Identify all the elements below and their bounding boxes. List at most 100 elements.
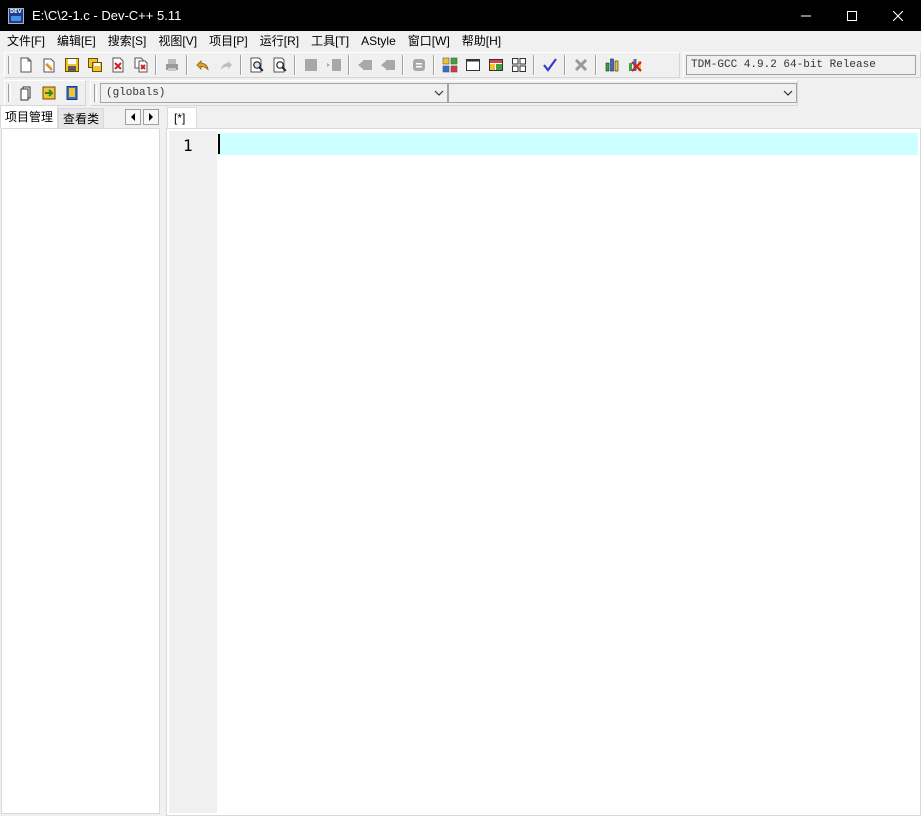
scope-dropdown[interactable]: (globals) [100, 83, 448, 103]
compiler-toolbar: TDM-GCC 4.9.2 64-bit Release [683, 52, 921, 78]
save-button[interactable] [60, 54, 83, 76]
tab-scroll-left-button[interactable] [125, 109, 141, 125]
goto-line-button[interactable] [407, 54, 430, 76]
toolbar-grip[interactable] [94, 84, 97, 102]
compile-button[interactable] [538, 54, 561, 76]
delete-profile-button[interactable] [623, 54, 646, 76]
undo-icon [195, 60, 209, 71]
window-icon [465, 59, 480, 71]
find-button[interactable] [245, 54, 268, 76]
title-bar: E:\C\2-1.c - Dev-C++ 5.11 [0, 0, 921, 31]
chevron-down-icon [431, 84, 447, 102]
redo-icon [220, 61, 232, 70]
chart-delete-icon [628, 59, 642, 72]
minimize-button[interactable] [783, 0, 829, 31]
line-number-gutter: 1 [169, 131, 217, 813]
maximize-button[interactable] [829, 0, 875, 31]
maximize-icon [847, 10, 857, 21]
new-file-icon [20, 57, 31, 73]
close-all-button[interactable] [129, 54, 152, 76]
toolbar-separator [186, 55, 188, 75]
add-to-project-button[interactable] [14, 82, 37, 104]
import-icon [42, 86, 55, 100]
toolbar-separator [240, 55, 242, 75]
menu-file[interactable]: 文件[F] [1, 31, 51, 51]
indent-icon [304, 59, 317, 71]
menu-astyle[interactable]: AStyle [355, 31, 402, 51]
toolbar-grip[interactable] [8, 84, 11, 102]
x-icon [574, 58, 587, 72]
menu-window[interactable]: 窗口[W] [402, 31, 456, 51]
window-button[interactable] [461, 54, 484, 76]
toolbar-separator [294, 55, 296, 75]
current-line-highlight [218, 133, 918, 155]
bar-chart-icon [605, 58, 618, 72]
chevron-down-icon [780, 84, 796, 102]
check-icon [542, 58, 557, 72]
toolbar-separator [595, 55, 597, 75]
menu-view[interactable]: 视图[V] [152, 31, 203, 51]
close-button[interactable] [875, 0, 921, 31]
tab-scroll-right-button[interactable] [143, 109, 159, 125]
project-grid-icon [442, 57, 457, 73]
dev-cpp-icon[interactable] [8, 7, 24, 24]
toolbar-separator [533, 55, 535, 75]
goto-line-icon [412, 59, 425, 71]
window-controls [783, 0, 921, 31]
arrow-right-icon [149, 113, 153, 121]
project-options-button[interactable] [60, 82, 83, 104]
menu-help[interactable]: 帮助[H] [456, 31, 507, 51]
menu-run[interactable]: 运行[R] [254, 31, 305, 51]
toggle-bookmark-button[interactable] [376, 54, 399, 76]
menu-edit[interactable]: 编辑[E] [51, 31, 102, 51]
tiles-icon [511, 58, 526, 72]
editor-tab-file[interactable]: [*] 2-1.c [167, 107, 198, 167]
window-title: E:\C\2-1.c - Dev-C++ 5.11 [32, 8, 182, 23]
save-all-icon [87, 58, 102, 72]
undo-button[interactable] [191, 54, 214, 76]
compiler-select[interactable]: TDM-GCC 4.9.2 64-bit Release [686, 55, 916, 75]
close-icon [893, 10, 903, 21]
project-tree-panel[interactable] [1, 128, 160, 814]
close-file-icon [112, 57, 123, 73]
delete-button[interactable] [569, 54, 592, 76]
toolbar-grip[interactable] [8, 56, 11, 74]
bookmark-next-icon [380, 60, 395, 70]
toolbar-separator [564, 55, 566, 75]
redo-button[interactable] [214, 54, 237, 76]
print-button[interactable] [160, 54, 183, 76]
profile-button[interactable] [600, 54, 623, 76]
tab-classes[interactable]: 查看类 [58, 108, 105, 128]
main-toolbar [4, 52, 680, 78]
menu-project[interactable]: 项目[P] [203, 31, 254, 51]
goto-bookmark-button[interactable] [353, 54, 376, 76]
menu-tools[interactable]: 工具[T] [305, 31, 355, 51]
indent-button[interactable] [299, 54, 322, 76]
find-icon [250, 57, 264, 73]
tiles-button[interactable] [507, 54, 530, 76]
new-project-button[interactable] [438, 54, 461, 76]
layout-button[interactable] [484, 54, 507, 76]
save-icon [64, 58, 79, 72]
text-caret [218, 134, 220, 154]
save-all-button[interactable] [83, 54, 106, 76]
menu-search[interactable]: 搜索[S] [102, 31, 153, 51]
new-file-button[interactable] [14, 54, 37, 76]
toolbar-separator [348, 55, 350, 75]
project-options-icon [66, 86, 77, 100]
function-dropdown[interactable] [448, 83, 797, 103]
menu-bar: 文件[F] 编辑[E] 搜索[S] 视图[V] 项目[P] 运行[R] 工具[T… [0, 31, 921, 51]
open-file-button[interactable] [37, 54, 60, 76]
import-button[interactable] [37, 82, 60, 104]
close-all-icon [134, 57, 147, 73]
close-file-button[interactable] [106, 54, 129, 76]
code-editor[interactable]: 1 [166, 128, 921, 816]
open-file-icon [43, 58, 54, 73]
toolbar-separator [155, 55, 157, 75]
replace-button[interactable] [268, 54, 291, 76]
minimize-icon [801, 15, 811, 16]
tab-project[interactable]: 项目管理 [0, 105, 59, 128]
unindent-button[interactable] [322, 54, 345, 76]
unindent-icon [326, 59, 341, 71]
bookmark-prev-icon [357, 60, 372, 70]
